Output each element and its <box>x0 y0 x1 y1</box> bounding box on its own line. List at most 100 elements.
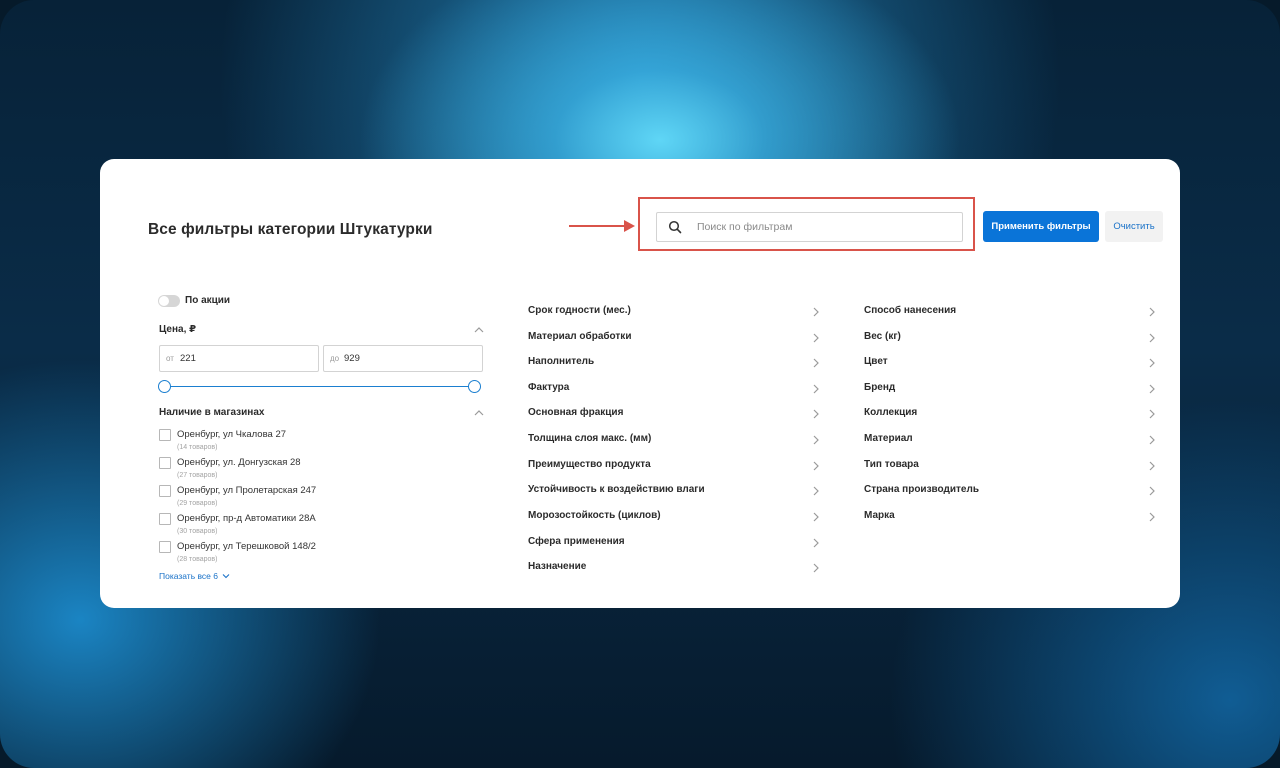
filter-label: Вес (кг) <box>864 331 901 342</box>
store-count: (29 товаров) <box>177 500 218 507</box>
price-slider-max-handle[interactable] <box>468 380 481 393</box>
filter-row[interactable]: Вес (кг) <box>864 331 1156 345</box>
chevron-right-icon <box>1149 512 1155 522</box>
filter-row[interactable]: Толщина слоя макс. (мм) <box>528 433 820 447</box>
filter-label: Срок годности (мес.) <box>528 305 631 316</box>
price-from-prefix: от <box>166 354 174 363</box>
chevron-right-icon <box>813 358 819 368</box>
clear-filters-button[interactable]: Очистить <box>1105 211 1163 242</box>
filter-label: Сфера применения <box>528 536 625 547</box>
filter-row[interactable]: Коллекция <box>864 407 1156 421</box>
price-section-title: Цена, ₽ <box>159 324 197 335</box>
filter-row[interactable]: Тип товара <box>864 459 1156 473</box>
chevron-right-icon <box>1149 409 1155 419</box>
price-to-field[interactable]: до 929 <box>323 345 483 372</box>
store-count: (30 товаров) <box>177 528 218 535</box>
chevron-right-icon <box>813 563 819 573</box>
filter-label: Устойчивость к воздействию влаги <box>528 484 705 495</box>
arrow-right-icon <box>569 220 635 232</box>
chevron-right-icon <box>813 384 819 394</box>
chevron-right-icon <box>813 409 819 419</box>
page-title: Все фильтры категории Штукатурки <box>148 221 433 238</box>
store-count: (27 товаров) <box>177 472 218 479</box>
chevron-down-icon <box>222 574 230 579</box>
show-all-label: Показать все 6 <box>159 571 218 581</box>
filter-row[interactable]: Фактура <box>528 382 820 396</box>
chevron-up-icon[interactable] <box>474 326 484 333</box>
filter-row[interactable]: Назначение <box>528 561 820 575</box>
filter-search-input[interactable] <box>697 218 952 236</box>
store-checkbox[interactable] <box>159 429 171 441</box>
store-name: Оренбург, ул Терешковой 148/2 <box>177 541 316 552</box>
filter-row[interactable]: Цвет <box>864 356 1156 370</box>
price-slider-min-handle[interactable] <box>158 380 171 393</box>
chevron-right-icon <box>1149 384 1155 394</box>
store-count: (28 товаров) <box>177 556 218 563</box>
filter-label: Фактура <box>528 382 570 393</box>
chevron-right-icon <box>1149 435 1155 445</box>
chevron-up-icon[interactable] <box>474 409 484 416</box>
chevron-right-icon <box>813 307 819 317</box>
chevron-right-icon <box>1149 486 1155 496</box>
store-checkbox[interactable] <box>159 541 171 553</box>
filter-label: Цвет <box>864 356 888 367</box>
apply-filters-button[interactable]: Применить фильтры <box>983 211 1099 242</box>
store-checkbox[interactable] <box>159 457 171 469</box>
filter-label: Основная фракция <box>528 407 624 418</box>
filter-row[interactable]: Преимущество продукта <box>528 459 820 473</box>
store-name: Оренбург, ул Пролетарская 247 <box>177 485 317 496</box>
filter-label: Тип товара <box>864 459 919 470</box>
filter-row[interactable]: Сфера применения <box>528 536 820 550</box>
search-icon <box>668 220 682 234</box>
filter-row[interactable]: Материал <box>864 433 1156 447</box>
chevron-right-icon <box>813 435 819 445</box>
filter-label: Назначение <box>528 561 587 572</box>
filter-label: Способ нанесения <box>864 305 957 316</box>
promo-toggle[interactable] <box>158 295 180 307</box>
filter-label: Бренд <box>864 382 896 393</box>
chevron-right-icon <box>813 486 819 496</box>
filter-label: Коллекция <box>864 407 918 418</box>
chevron-right-icon <box>1149 358 1155 368</box>
filter-label: Страна производитель <box>864 484 979 495</box>
store-count: (14 товаров) <box>177 444 218 451</box>
filter-row[interactable]: Устойчивость к воздействию влаги <box>528 484 820 498</box>
filter-row[interactable]: Способ нанесения <box>864 305 1156 319</box>
filter-row[interactable]: Марка <box>864 510 1156 524</box>
filter-row[interactable]: Бренд <box>864 382 1156 396</box>
filter-label: Материал обработки <box>528 331 632 342</box>
filter-label: Наполнитель <box>528 356 595 367</box>
price-slider-track[interactable] <box>165 386 475 387</box>
chevron-right-icon <box>1149 333 1155 343</box>
store-checkbox[interactable] <box>159 513 171 525</box>
chevron-right-icon <box>1149 307 1155 317</box>
chevron-right-icon <box>813 461 819 471</box>
store-name: Оренбург, ул Чкалова 27 <box>177 429 287 440</box>
price-to-prefix: до <box>330 354 340 363</box>
store-checkbox[interactable] <box>159 485 171 497</box>
background: Все фильтры категории Штукатурки Примени… <box>0 0 1280 768</box>
filter-label: Марка <box>864 510 895 521</box>
chevron-right-icon <box>813 333 819 343</box>
store-name: Оренбург, ул. Донгузская 28 <box>177 457 301 468</box>
chevron-right-icon <box>813 512 819 522</box>
price-to-value: 929 <box>344 353 360 364</box>
filter-row[interactable]: Основная фракция <box>528 407 820 421</box>
price-from-field[interactable]: от 221 <box>159 345 319 372</box>
show-all-stores-link[interactable]: Показать все 6 <box>159 571 230 581</box>
chevron-right-icon <box>813 538 819 548</box>
filters-panel: Все фильтры категории Штукатурки Примени… <box>100 159 1180 608</box>
filter-label: Морозостойкость (циклов) <box>528 510 661 521</box>
stores-section-title: Наличие в магазинах <box>159 407 265 418</box>
filter-row[interactable]: Срок годности (мес.) <box>528 305 820 319</box>
store-name: Оренбург, пр-д Автоматики 28А <box>177 513 316 524</box>
filter-row[interactable]: Страна производитель <box>864 484 1156 498</box>
filter-row[interactable]: Наполнитель <box>528 356 820 370</box>
filter-row[interactable]: Материал обработки <box>528 331 820 345</box>
filter-row[interactable]: Морозостойкость (циклов) <box>528 510 820 524</box>
filter-search-box[interactable] <box>656 212 963 242</box>
filter-label: Толщина слоя макс. (мм) <box>528 433 652 444</box>
filter-label: Материал <box>864 433 913 444</box>
promo-toggle-label: По акции <box>185 295 231 306</box>
chevron-right-icon <box>1149 461 1155 471</box>
